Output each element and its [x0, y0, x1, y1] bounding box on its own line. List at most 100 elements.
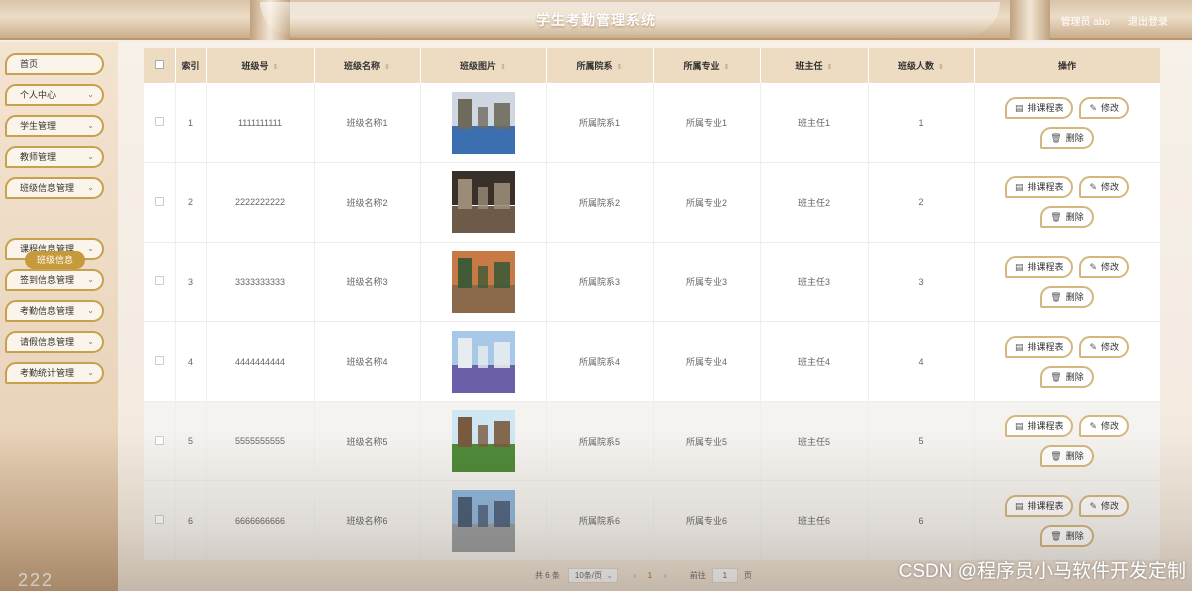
edit-button[interactable]: ✎ 修改	[1079, 96, 1130, 119]
list-icon: ▤	[1014, 261, 1024, 272]
header-teacher[interactable]: 班主任 ⇕	[760, 48, 869, 83]
class-image[interactable]	[451, 250, 515, 313]
cell-dept: 所属院系5	[546, 401, 654, 482]
sidebar-item[interactable]: 首页	[5, 53, 104, 75]
delete-button[interactable]: 🗑 删除	[1040, 126, 1094, 149]
cell-actions: ▤ 排课程表 ✎ 修改 🗑 删除	[974, 83, 1160, 164]
class-image[interactable]	[451, 171, 515, 234]
select-all-checkbox[interactable]	[154, 60, 164, 69]
sort-icon[interactable]: ⇕	[724, 64, 730, 71]
user-name: 管理员 abo	[1060, 17, 1110, 28]
sidebar-item[interactable]: 教师管理 ⌄	[5, 146, 104, 168]
sort-icon[interactable]: ⇕	[384, 64, 390, 71]
delete-button[interactable]: 🗑 删除	[1040, 524, 1094, 547]
cell-major: 所属专业1	[653, 83, 761, 164]
schedule-button[interactable]: ▤ 排课程表	[1004, 494, 1074, 517]
delete-button[interactable]: 🗑 删除	[1040, 445, 1094, 468]
sidebar-item[interactable]: 个人中心 ⌄	[5, 84, 104, 106]
edit-button[interactable]: ✎ 修改	[1079, 176, 1130, 199]
sidebar-item[interactable]: 学生管理 ⌄	[5, 115, 104, 137]
sort-icon[interactable]: ⇕	[827, 64, 833, 71]
row-select-cell	[144, 321, 176, 402]
sidebar-item-label: 个人中心	[20, 90, 57, 100]
next-page-button[interactable]: ›	[658, 571, 672, 580]
header-actions: 操作	[974, 48, 1160, 83]
pagination: 共 6 条 10条/页 ⌄ ‹ 1 › 前往 1 页	[535, 567, 752, 583]
schedule-button[interactable]: ▤ 排课程表	[1004, 335, 1074, 358]
chevron-down-icon: ⌄	[87, 337, 94, 346]
sort-icon[interactable]: ⇕	[273, 64, 279, 71]
header-dept[interactable]: 所属院系 ⇕	[546, 48, 654, 83]
cell-dept: 所属院系1	[546, 83, 654, 164]
cell-class-name: 班级名称3	[314, 242, 421, 323]
cell-major: 所属专业3	[653, 242, 761, 323]
cell-major: 所属专业4	[653, 321, 761, 402]
app-title: 学生考勤管理系统	[536, 12, 656, 28]
row-checkbox[interactable]	[154, 435, 164, 445]
schedule-button[interactable]: ▤ 排课程表	[1004, 255, 1074, 278]
row-checkbox[interactable]	[154, 515, 164, 525]
row-checkbox[interactable]	[154, 356, 164, 366]
edit-button[interactable]: ✎ 修改	[1079, 415, 1130, 438]
edit-button[interactable]: ✎ 修改	[1079, 255, 1130, 278]
header-class-name[interactable]: 班级名称 ⇕	[314, 48, 421, 83]
header-class-no[interactable]: 班级号 ⇕	[206, 48, 315, 83]
list-icon: ▤	[1014, 182, 1024, 193]
edit-icon: ✎	[1089, 500, 1098, 511]
header-class-image[interactable]: 班级图片 ⇕	[420, 48, 547, 83]
sidebar-item[interactable]: 考勤信息管理 ⌄	[5, 300, 104, 322]
edit-button[interactable]: ✎ 修改	[1079, 494, 1130, 517]
class-image[interactable]	[451, 489, 515, 552]
class-image[interactable]	[451, 330, 515, 393]
sidebar-item-label: 首页	[20, 59, 39, 69]
sort-icon[interactable]: ⇕	[938, 64, 944, 71]
cell-class-image	[420, 162, 547, 243]
chevron-down-icon: ⌄	[87, 121, 94, 130]
page-jump-input[interactable]: 1	[711, 567, 738, 583]
logout-link[interactable]: 退出登录	[1128, 13, 1168, 28]
delete-button[interactable]: 🗑 删除	[1040, 365, 1094, 388]
row-checkbox[interactable]	[154, 117, 164, 127]
header-count[interactable]: 班级人数 ⇕	[868, 48, 975, 83]
row-select-cell	[144, 242, 176, 323]
cell-index: 3	[175, 242, 207, 323]
cell-actions: ▤ 排课程表 ✎ 修改 🗑 删除	[974, 480, 1160, 560]
header-major[interactable]: 所属专业 ⇕	[653, 48, 761, 83]
cell-class-no: 4444444444	[206, 321, 315, 402]
schedule-button[interactable]: ▤ 排课程表	[1004, 96, 1074, 119]
cell-actions: ▤ 排课程表 ✎ 修改 🗑 删除	[974, 242, 1160, 323]
cell-actions: ▤ 排课程表 ✎ 修改 🗑 删除	[974, 162, 1160, 243]
select-all-cell	[144, 48, 176, 83]
edit-button[interactable]: ✎ 修改	[1079, 335, 1130, 358]
class-image[interactable]	[451, 410, 515, 473]
sidebar-item[interactable]: 考勤统计管理 ⌄	[5, 362, 104, 384]
cell-class-name: 班级名称1	[314, 83, 421, 164]
cell-index: 6	[175, 480, 207, 560]
current-page[interactable]: 1	[642, 571, 658, 580]
class-table: 索引 班级号 ⇕ 班级名称 ⇕ 班级图片 ⇕ 所属院系 ⇕ 所属专业 ⇕ 班主任 ⇕ 班级人…	[144, 48, 1160, 560]
sidebar-item[interactable]: 班级信息管理 ⌄	[5, 177, 104, 199]
sort-icon[interactable]: ⇕	[617, 64, 623, 71]
trash-icon: 🗑	[1050, 451, 1062, 462]
delete-button[interactable]: 🗑 删除	[1040, 206, 1094, 229]
sidebar-item[interactable]: 请假信息管理 ⌄	[5, 331, 104, 353]
sidebar-item-label: 请假信息管理	[20, 337, 75, 347]
cell-class-name: 班级名称6	[314, 480, 421, 560]
cell-dept: 所属院系2	[546, 162, 654, 243]
submenu-class-info[interactable]: 班级信息	[25, 251, 85, 269]
cell-class-no: 5555555555	[206, 401, 315, 482]
delete-button[interactable]: 🗑 删除	[1040, 285, 1094, 308]
schedule-button[interactable]: ▤ 排课程表	[1004, 415, 1074, 438]
page-size-select[interactable]: 10条/页 ⌄	[567, 567, 618, 583]
prev-page-button[interactable]: ‹	[628, 571, 642, 580]
sidebar-item[interactable]: 签到信息管理 ⌄	[5, 269, 104, 291]
cell-class-no: 1111111111	[206, 83, 315, 164]
class-image[interactable]	[451, 91, 515, 154]
row-checkbox[interactable]	[154, 276, 164, 286]
cell-major: 所属专业5	[653, 401, 761, 482]
row-checkbox[interactable]	[154, 196, 164, 206]
schedule-button[interactable]: ▤ 排课程表	[1004, 176, 1074, 199]
table-row: 5 5555555555 班级名称5 所属院系5 所属专业5 班主任5 5 ▤ 排课程表 ✎ 修改 🗑…	[144, 401, 1160, 482]
sort-icon[interactable]: ⇕	[500, 64, 506, 71]
edit-icon: ✎	[1089, 421, 1098, 432]
